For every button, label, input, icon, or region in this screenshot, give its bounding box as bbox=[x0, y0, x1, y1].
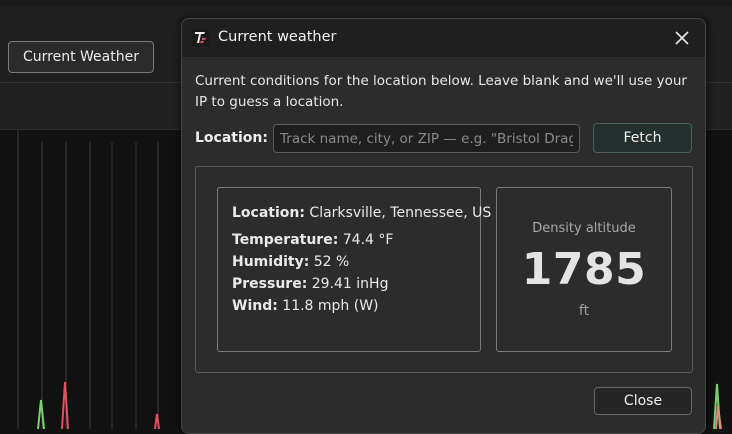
wind-label: Wind: bbox=[232, 298, 278, 314]
density-altitude-value: 1785 bbox=[521, 244, 647, 295]
humidity-value: 52 % bbox=[313, 254, 350, 270]
temperature-label: Temperature: bbox=[232, 232, 339, 248]
chart-spike-right-orange bbox=[715, 405, 722, 429]
humidity-row: Humidity: 52 % bbox=[232, 254, 349, 270]
pressure-label: Pressure: bbox=[232, 276, 308, 292]
location-row-label: Location: bbox=[232, 205, 305, 221]
wind-value: 11.8 mph (W) bbox=[282, 298, 379, 314]
density-altitude-unit: ft bbox=[578, 303, 590, 319]
temperature-row: Temperature: 74.4 °F bbox=[232, 232, 393, 248]
close-button[interactable]: Close bbox=[594, 387, 692, 415]
pressure-row: Pressure: 29.41 inHg bbox=[232, 276, 388, 292]
density-altitude-label: Density altitude bbox=[532, 221, 636, 236]
pressure-value: 29.41 inHg bbox=[311, 276, 389, 292]
fetch-button[interactable]: Fetch bbox=[593, 123, 692, 153]
chart-spike-red bbox=[61, 381, 69, 429]
dialog-description: Current conditions for the location belo… bbox=[195, 73, 687, 110]
dialog-titlebar[interactable]: Current weather bbox=[182, 19, 705, 57]
location-row: Location: Clarksville, Tennessee, US bbox=[232, 205, 491, 221]
location-input[interactable] bbox=[273, 124, 580, 153]
chart-spike-green bbox=[37, 399, 45, 429]
location-label: Location: bbox=[195, 130, 268, 146]
density-altitude-panel: Density altitude 1785 ft bbox=[496, 187, 672, 352]
temperature-value: 74.4 °F bbox=[342, 232, 394, 248]
results-group: Location: Clarksville, Tennessee, US Tem… bbox=[195, 166, 693, 373]
humidity-label: Humidity: bbox=[232, 254, 310, 270]
weather-details-panel: Location: Clarksville, Tennessee, US Tem… bbox=[217, 187, 491, 352]
dialog-title: Current weather bbox=[218, 29, 337, 45]
location-row-value: Clarksville, Tennessee, US bbox=[309, 205, 492, 221]
current-weather-button[interactable]: Current Weather bbox=[8, 41, 154, 73]
close-icon[interactable] bbox=[669, 25, 695, 51]
current-weather-dialog: Current weather Current conditions for t… bbox=[181, 18, 706, 434]
wind-row: Wind: 11.8 mph (W) bbox=[232, 298, 379, 314]
app-logo-icon bbox=[192, 29, 209, 46]
